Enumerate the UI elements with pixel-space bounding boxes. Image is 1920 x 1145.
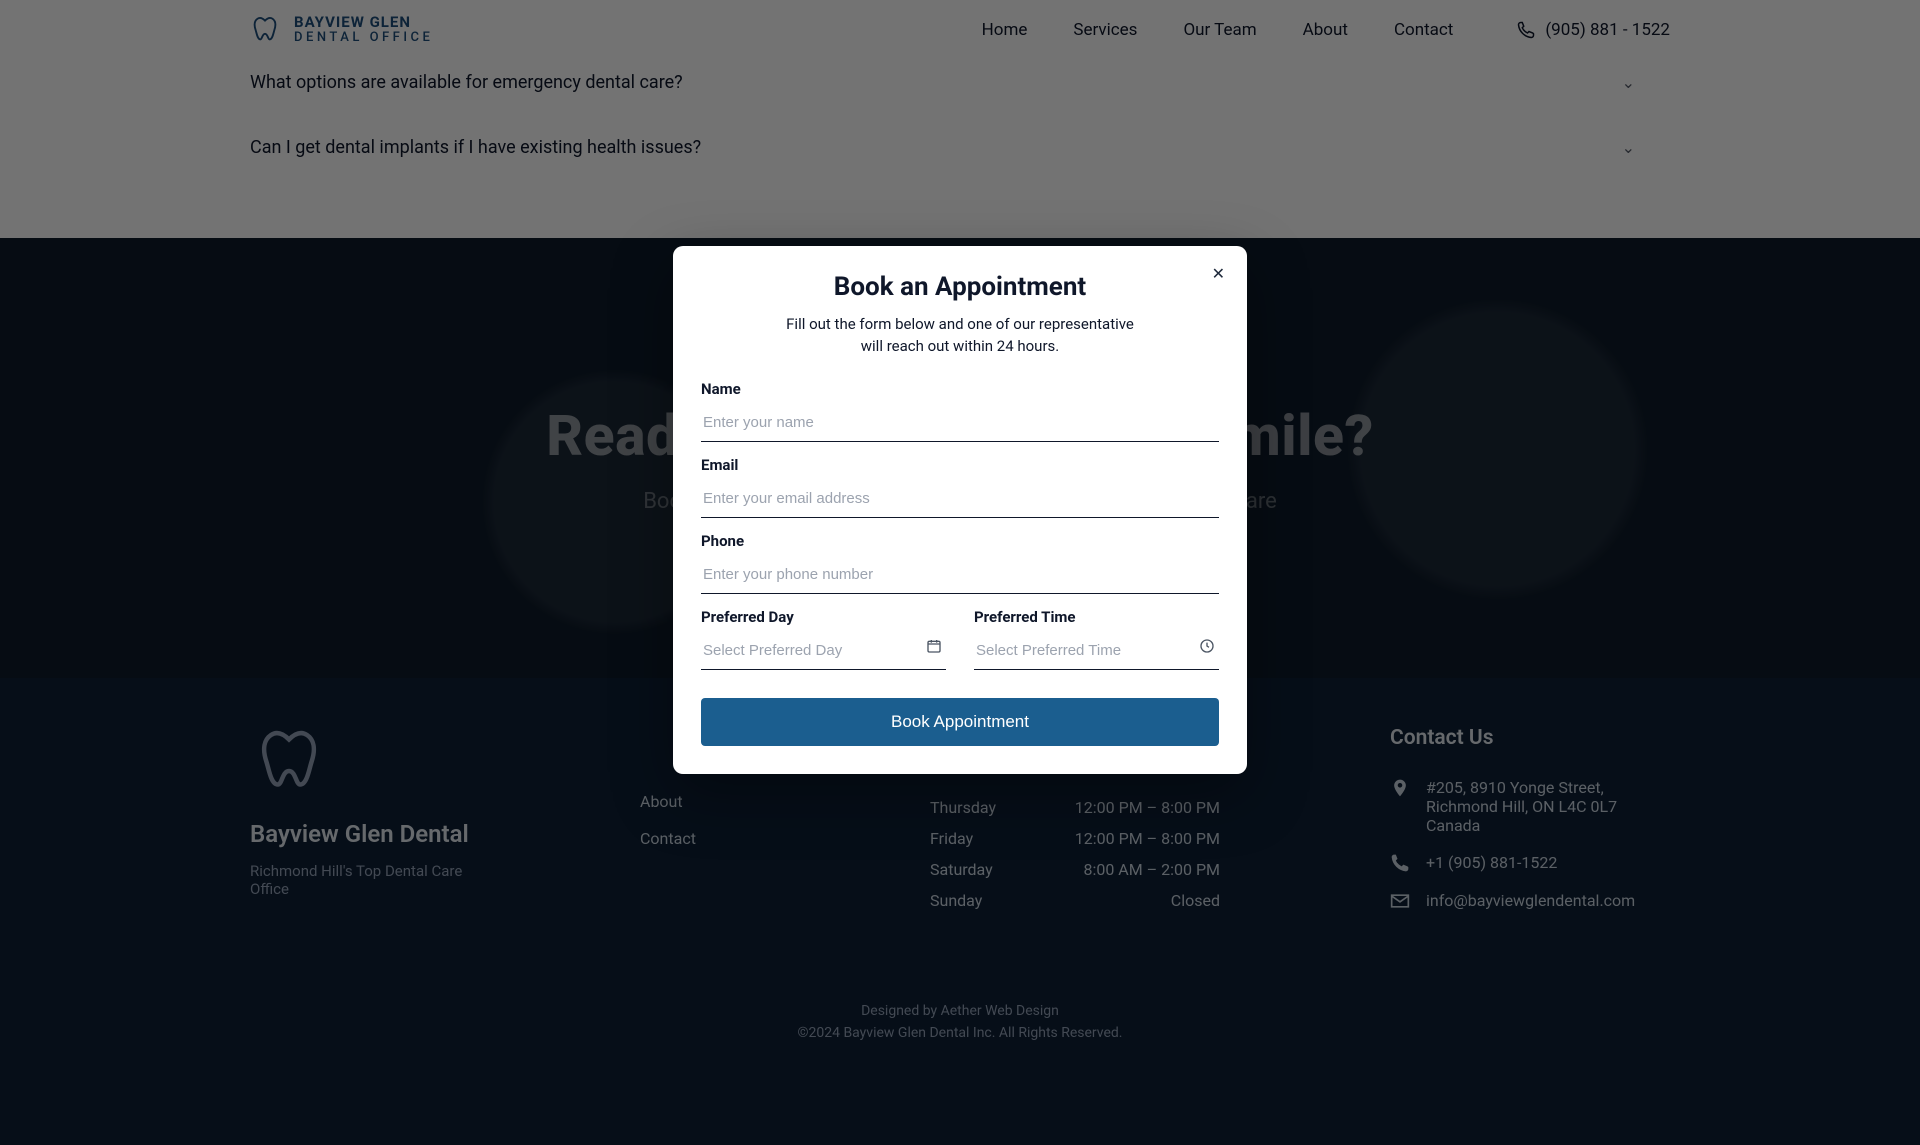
field-email: Email (701, 456, 1219, 518)
field-preferred-time: Preferred Time (974, 608, 1219, 670)
close-button[interactable]: ✕ (1212, 264, 1225, 284)
field-phone: Phone (701, 532, 1219, 594)
preferred-day-select[interactable] (701, 634, 946, 670)
email-input[interactable] (701, 482, 1219, 518)
email-label: Email (701, 456, 1219, 474)
modal-subtitle: Fill out the form below and one of our r… (780, 314, 1140, 358)
name-label: Name (701, 380, 1219, 398)
field-name: Name (701, 380, 1219, 442)
preferred-day-label: Preferred Day (701, 608, 946, 626)
preferred-time-label: Preferred Time (974, 608, 1219, 626)
preferred-time-select[interactable] (974, 634, 1219, 670)
calendar-icon (926, 638, 942, 654)
book-appointment-modal: ✕ Book an Appointment Fill out the form … (673, 246, 1247, 774)
book-appointment-button-label: Book Appointment (891, 712, 1029, 731)
modal-overlay[interactable]: ✕ Book an Appointment Fill out the form … (0, 0, 1920, 1145)
name-input[interactable] (701, 406, 1219, 442)
field-preferred-day: Preferred Day (701, 608, 946, 670)
book-appointment-button[interactable]: Book Appointment (701, 698, 1219, 746)
close-icon: ✕ (1212, 266, 1225, 283)
phone-label: Phone (701, 532, 1219, 550)
modal-title: Book an Appointment (701, 272, 1219, 302)
phone-input[interactable] (701, 558, 1219, 594)
clock-icon (1199, 638, 1215, 654)
